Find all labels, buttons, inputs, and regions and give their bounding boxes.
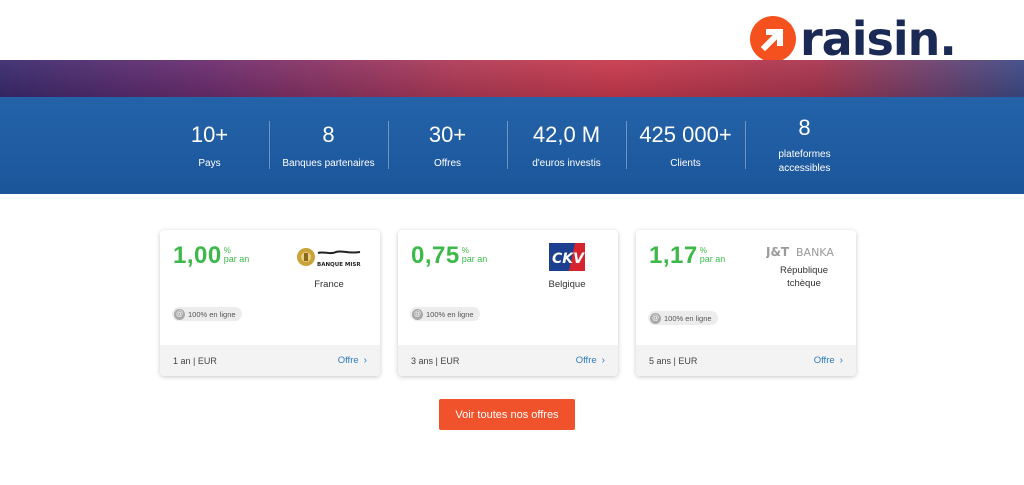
offer-card[interactable]: 1,00 % par an BANQUE MISR France @ 100% …: [160, 230, 380, 376]
bank-info: BANQUE MISR France: [292, 242, 366, 291]
rate-value: 0,75: [411, 242, 460, 269]
rate-value: 1,17: [649, 242, 698, 269]
logo-text: raisin.: [800, 12, 957, 66]
badge-label: 100% en ligne: [664, 313, 712, 323]
rate-unit: % par an: [700, 246, 726, 264]
raisin-logo[interactable]: raisin.: [750, 12, 957, 66]
online-badge: @ 100% en ligne: [172, 307, 242, 321]
stat-invested: 42,0 M d'euros investis: [507, 97, 626, 194]
view-all-offers-button[interactable]: Voir toutes nos offres: [439, 399, 575, 430]
offer-link[interactable]: Offre ›: [338, 355, 367, 366]
chevron-right-icon: ›: [363, 355, 367, 366]
stat-label: Pays: [198, 158, 221, 169]
chevron-right-icon: ›: [601, 355, 605, 366]
bank-info: J&T BANKA République tchèque: [762, 242, 846, 290]
term-currency: 1 an | EUR: [173, 355, 217, 366]
per-year-label: par an: [223, 254, 250, 264]
card-footer: 1 an | EUR Offre ›: [160, 345, 380, 376]
bank-info: CKV Belgique: [530, 242, 604, 291]
per-year-label: par an: [461, 254, 488, 264]
stat-label: d'euros investis: [532, 158, 601, 169]
interest-rate: 0,75 % par an: [411, 242, 487, 270]
rate-value: 1,00: [173, 242, 222, 269]
stat-label: Offres: [433, 158, 462, 169]
stat-clients: 425 000+ Clients: [626, 97, 745, 194]
term-currency: 5 ans | EUR: [649, 355, 698, 366]
rate-unit: % par an: [224, 246, 250, 264]
stat-value: 30+: [428, 122, 467, 147]
jt-banka-logo: J&T BANKA: [762, 242, 846, 260]
per-year-label: par an: [699, 254, 726, 264]
badge-label: 100% en ligne: [188, 309, 236, 319]
stat-label: Clients: [670, 158, 701, 169]
badge-label: 100% en ligne: [426, 309, 474, 319]
offer-card[interactable]: 0,75 % par an CKV Belgique @ 100% en lig…: [398, 230, 618, 376]
banque-misr-logo: BANQUE MISR: [292, 242, 366, 272]
svg-text:CKV: CKV: [552, 251, 585, 267]
offer-link-label: Offre: [575, 355, 597, 366]
globe-icon: @: [174, 308, 185, 320]
stats-band: 10+ Pays 8 Banques partenaires 30+ Offre…: [0, 97, 1024, 194]
term-currency: 3 ans | EUR: [411, 355, 460, 366]
stats-row: 10+ Pays 8 Banques partenaires 30+ Offre…: [150, 97, 874, 194]
offer-link-label: Offre: [813, 355, 835, 366]
stat-value: 10+: [190, 122, 229, 147]
card-footer: 5 ans | EUR Offre ›: [636, 345, 856, 376]
stat-offers: 30+ Offres: [388, 97, 507, 194]
chevron-right-icon: ›: [839, 355, 843, 366]
arrow-up-right-icon: [750, 16, 796, 62]
globe-icon: @: [650, 312, 661, 324]
offer-cards: 1,00 % par an BANQUE MISR France @ 100% …: [160, 230, 856, 376]
offer-link[interactable]: Offre ›: [576, 355, 605, 366]
online-badge: @ 100% en ligne: [410, 307, 480, 321]
stat-value: 42,0 M: [532, 122, 601, 147]
svg-text:BANQUE MISR: BANQUE MISR: [317, 262, 361, 268]
online-badge: @ 100% en ligne: [648, 311, 718, 325]
bank-country: Belgique: [548, 279, 586, 290]
svg-text:J&T: J&T: [766, 245, 790, 258]
globe-icon: @: [412, 308, 423, 320]
stat-partner-banks: 8 Banques partenaires: [269, 97, 388, 194]
rate-unit: % par an: [462, 246, 488, 264]
offer-card[interactable]: 1,17 % par an J&T BANKA République tchèq…: [636, 230, 856, 376]
interest-rate: 1,00 % par an: [173, 242, 249, 270]
stat-platforms: 8 plateformes accessibles: [745, 97, 864, 194]
bank-country: France: [314, 279, 344, 290]
stat-label: plateformes accessibles: [778, 149, 831, 174]
stat-value: 8: [322, 122, 335, 147]
stat-label: Banques partenaires: [282, 158, 375, 169]
offer-link-label: Offre: [337, 355, 359, 366]
svg-text:BANKA: BANKA: [796, 246, 834, 258]
stat-countries: 10+ Pays: [150, 97, 269, 194]
ckv-logo: CKV: [530, 242, 604, 272]
card-footer: 3 ans | EUR Offre ›: [398, 345, 618, 376]
bank-country: République tchèque: [779, 265, 829, 289]
stat-value: 8: [798, 115, 811, 140]
interest-rate: 1,17 % par an: [649, 242, 725, 270]
offer-link[interactable]: Offre ›: [814, 355, 843, 366]
stat-value: 425 000+: [639, 122, 732, 147]
hero-banner-image: [0, 60, 1024, 98]
